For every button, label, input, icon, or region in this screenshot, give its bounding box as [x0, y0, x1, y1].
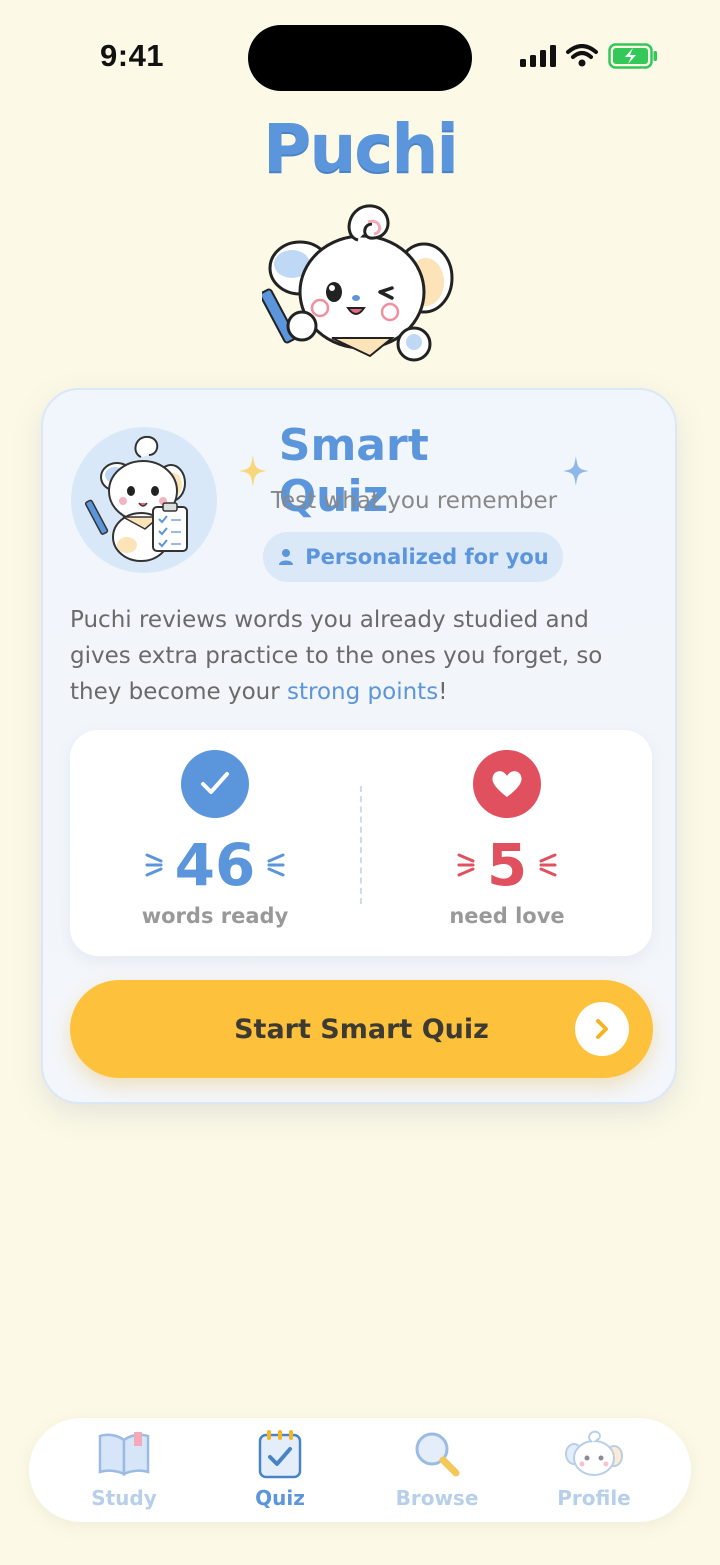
card-subtitle: Test what you remember	[270, 488, 558, 514]
sparkle-right-icon	[563, 456, 589, 486]
tab-profile[interactable]: Profile	[519, 1428, 669, 1510]
app-logo-text: Puchi	[262, 110, 459, 187]
tab-study[interactable]: Study	[49, 1428, 199, 1510]
person-icon	[279, 549, 294, 565]
arrow-right-icon	[575, 1002, 629, 1056]
stat-need-love: 5 need love	[362, 750, 652, 928]
tab-browse[interactable]: Browse	[362, 1428, 512, 1510]
tab-quiz-label: Quiz	[255, 1486, 305, 1510]
tab-browse-label: Browse	[395, 1486, 479, 1510]
puppy-avatar-icon	[565, 1430, 623, 1476]
burst-right-icon	[539, 853, 557, 877]
sparkle-left-icon	[239, 455, 267, 487]
wifi-icon	[566, 44, 598, 67]
burst-right-icon	[267, 853, 285, 877]
dynamic-island	[248, 25, 472, 91]
status-time: 9:41	[100, 38, 165, 73]
mascot-clipboard-icon	[84, 435, 188, 562]
app-logo: Puchi	[0, 110, 720, 187]
bottom-tab-bar: Study Quiz Browse Profile	[29, 1418, 691, 1522]
battery-icon	[608, 43, 657, 69]
description-highlight: strong points	[287, 679, 439, 705]
words-ready-count: 46	[174, 831, 256, 899]
smart-quiz-card: Smart Quiz Test what you remember Person…	[41, 388, 677, 1104]
book-icon	[98, 1432, 150, 1476]
need-love-label: need love	[449, 904, 565, 928]
puchi-mascot-illustration	[262, 204, 454, 362]
start-smart-quiz-label: Start Smart Quiz	[234, 1013, 489, 1045]
words-ready-label: words ready	[141, 904, 289, 928]
tab-study-label: Study	[91, 1486, 157, 1510]
mascot-avatar	[71, 427, 217, 573]
tab-profile-label: Profile	[557, 1486, 631, 1510]
stats-panel: 46 words ready 5 need love	[70, 730, 652, 956]
burst-left-icon	[145, 853, 163, 877]
card-description: Puchi reviews words you already studied …	[70, 602, 655, 710]
heart-icon	[473, 750, 541, 818]
tab-quiz[interactable]: Quiz	[205, 1428, 355, 1510]
start-smart-quiz-button[interactable]: Start Smart Quiz	[70, 980, 653, 1078]
personalized-badge: Personalized for you	[263, 532, 563, 582]
personalized-badge-label: Personalized for you	[305, 545, 549, 569]
description-end: !	[438, 679, 448, 705]
status-icons	[520, 43, 658, 69]
quiz-clipboard-icon	[258, 1430, 302, 1479]
burst-left-icon	[457, 853, 475, 877]
signal-icon	[520, 45, 556, 67]
magnifier-icon	[415, 1432, 460, 1477]
checkmark-icon	[181, 750, 249, 818]
need-love-count: 5	[486, 831, 528, 899]
stat-words-ready: 46 words ready	[70, 750, 360, 928]
